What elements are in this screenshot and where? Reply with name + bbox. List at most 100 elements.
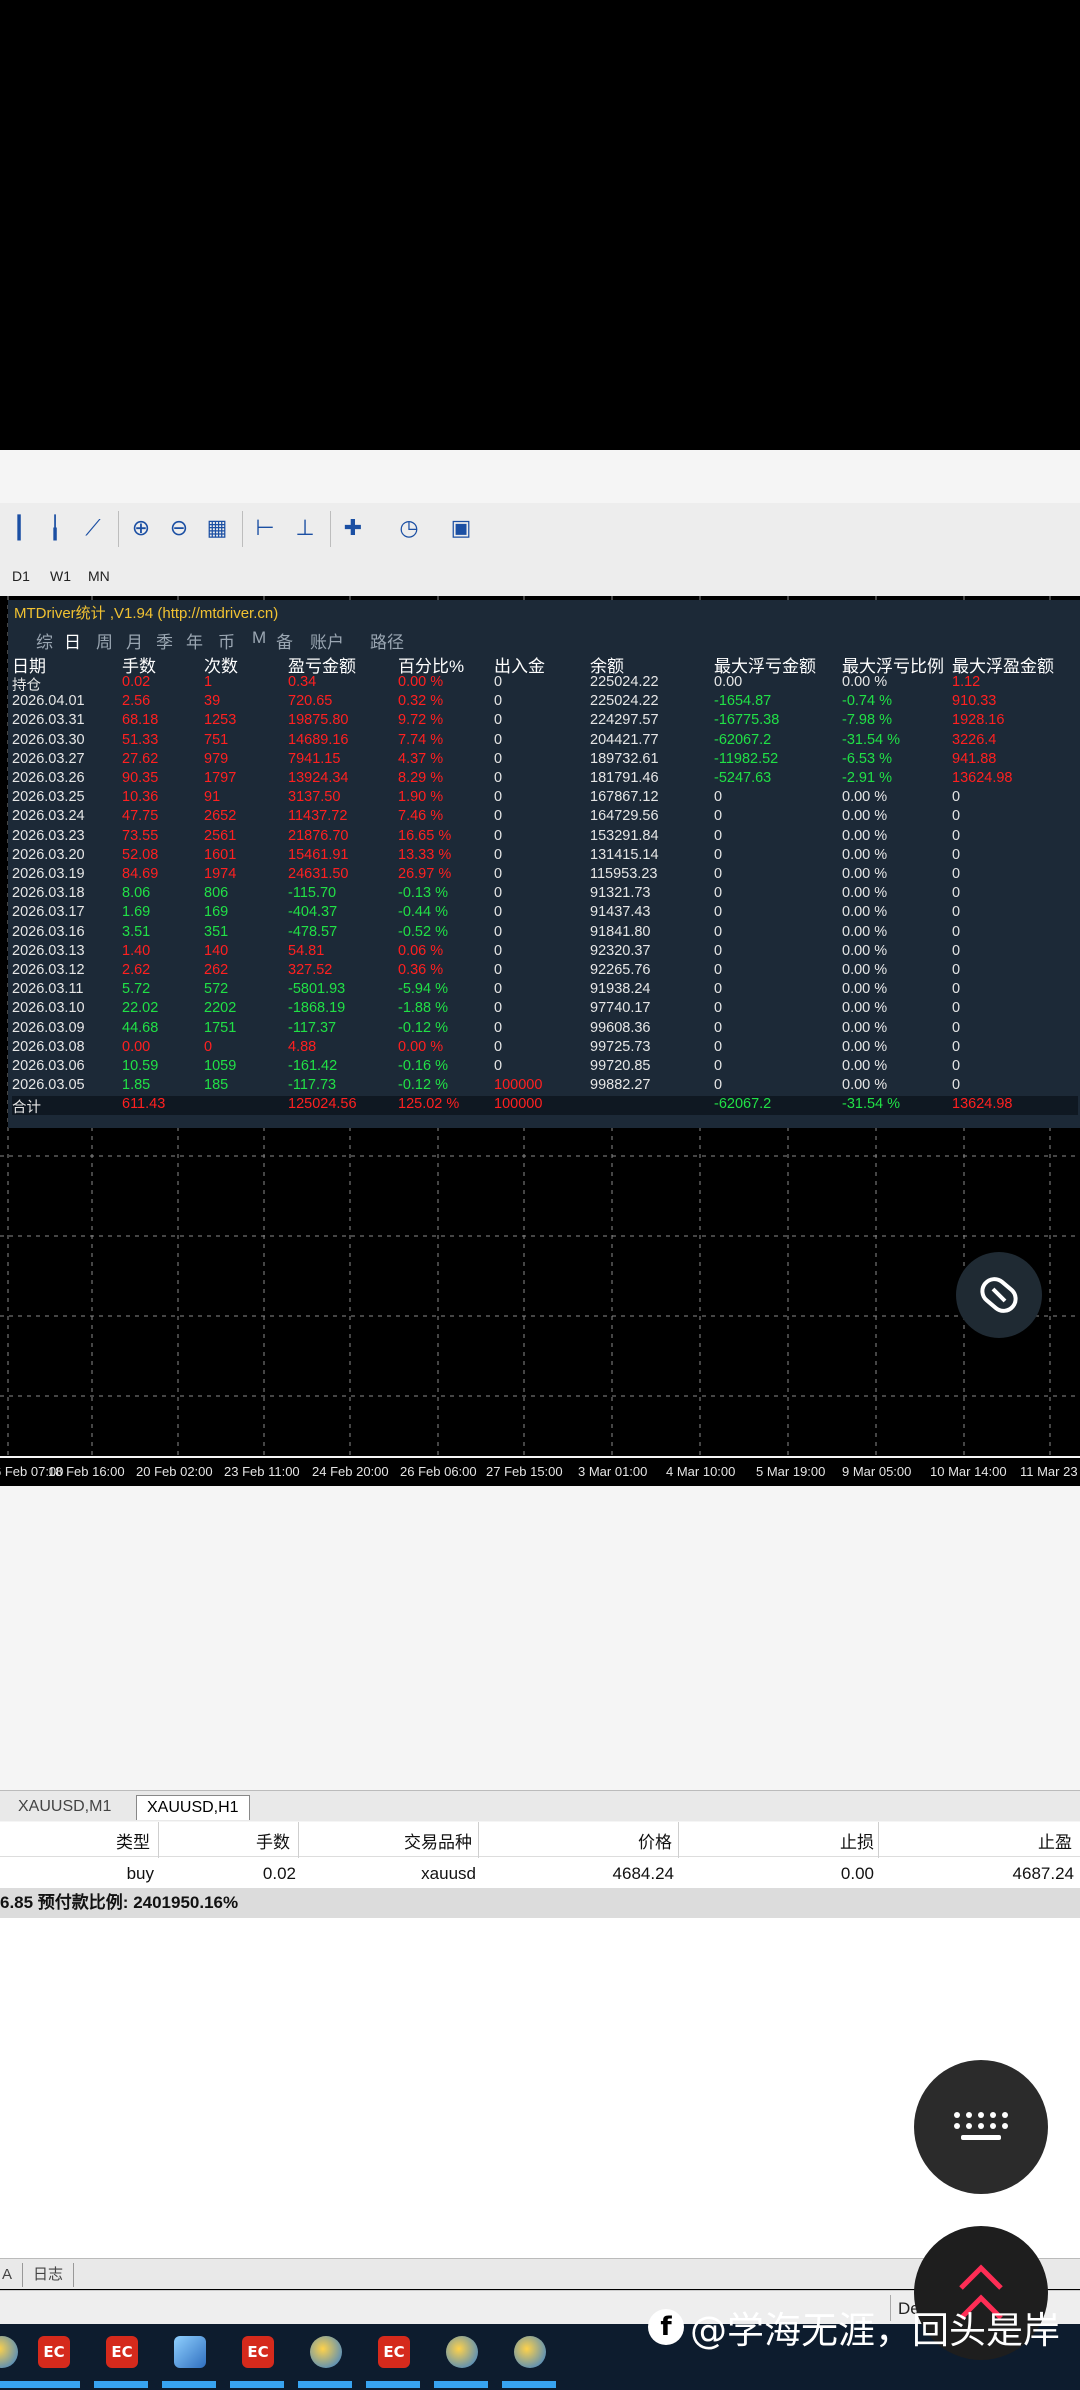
price-chart[interactable]: MTDriver统计 ,V1.94 (http://mtdriver.cn) 综…: [0, 596, 1080, 1764]
table-row[interactable]: 2026.03.12 2.62 262 327.52 0.36 % 0 92265.76 0 0…: [12, 962, 1078, 981]
table-row[interactable]: 2026.03.20 52.08 1601 15461.91 13.33 % 0 13141…: [12, 847, 1078, 866]
trade-takeprofit: 4687.24: [1012, 1864, 1074, 1883]
taskbar-item[interactable]: [434, 2332, 488, 2388]
stats-cell-mfp: 0: [952, 789, 961, 806]
tab-journal[interactable]: 日志: [22, 2263, 75, 2287]
keyboard-button[interactable]: [914, 2060, 1048, 2194]
stats-cell-io: 0: [494, 750, 503, 767]
stats-cell-mflp: -31.54 %: [842, 731, 901, 748]
tab-xauusd-m1[interactable]: XAUUSD,M1: [8, 1795, 121, 1819]
panel-tab[interactable]: 周: [96, 628, 113, 653]
stats-cell-pnl: -5801.93: [288, 981, 346, 998]
tab-a[interactable]: A: [0, 2263, 22, 2287]
stats-cell-lots: 10.36: [122, 789, 159, 806]
stats-cell-count: 751: [204, 731, 229, 748]
link-icon[interactable]: [956, 1252, 1042, 1338]
panel-tab[interactable]: 账户: [310, 628, 344, 653]
taskbar-item[interactable]: [298, 2332, 352, 2388]
taskbar-item[interactable]: EC: [94, 2332, 148, 2388]
table-row[interactable]: 2026.03.27 27.62 979 7941.15 4.37 % 0 189732.6…: [12, 751, 1078, 770]
stats-cell-mflp: 0.00 %: [842, 1058, 888, 1074]
taskbar-item[interactable]: [502, 2332, 556, 2388]
table-row[interactable]: 2026.03.10 22.02 2202 -1868.19 -1.88 % 0 97740…: [12, 1000, 1078, 1019]
table-row[interactable]: 2026.03.05 1.85 185 -117.73 -0.12 % 100000 998…: [12, 1077, 1078, 1096]
table-row[interactable]: 2026.03.09 44.68 1751 -117.37 -0.12 % 0 99608.…: [12, 1020, 1078, 1039]
table-row[interactable]: 2026.03.31 68.18 1253 19875.80 9.72 % 0 224297…: [12, 712, 1078, 731]
panel-tab[interactable]: 综: [36, 628, 53, 653]
table-row[interactable]: buy 0.02 xauusd 4684.24 0.00 4687.24: [0, 1858, 1080, 1888]
stats-cell-bal: 99882.27: [590, 1077, 651, 1094]
ec-app-icon: EC: [378, 2336, 410, 2368]
taskbar-item[interactable]: [162, 2332, 216, 2388]
stats-cell-date: 2026.03.16: [12, 923, 85, 940]
panel-tab[interactable]: 币: [218, 628, 235, 653]
stats-cell-date: 2026.03.12: [12, 962, 85, 978]
stats-cell-io: 0: [494, 846, 503, 863]
candlestick-icon[interactable]: ╽: [40, 513, 70, 543]
table-row[interactable]: 2026.03.19 84.69 1974 24631.50 26.97 % 0 11595…: [12, 866, 1078, 885]
stats-cell-pnl: -115.70: [288, 885, 337, 902]
stats-cell-mflp: 0.00 %: [842, 885, 888, 902]
table-row[interactable]: 2026.03.06 10.59 1059 -161.42 -0.16 % 0 99720.…: [12, 1058, 1078, 1077]
table-header: 日期 手数 次数 盈亏金额 百分比% 出入金 余额 最大浮亏金额 最大浮亏比例 最大浮盈金额: [12, 652, 1078, 676]
taskbar-item[interactable]: EC: [230, 2332, 284, 2388]
periods-clock-icon[interactable]: ◷: [394, 513, 424, 543]
table-row[interactable]: 2026.03.30 51.33 751 14689.16 7.74 % 0 204421.…: [12, 732, 1078, 751]
stats-cell-pnl: 24631.50: [288, 866, 349, 882]
panel-tab[interactable]: 日: [64, 628, 81, 653]
tab-xauusd-h1[interactable]: XAUUSD,H1: [136, 1795, 250, 1820]
taskbar-item[interactable]: EC: [366, 2332, 420, 2388]
chart-shift-icon[interactable]: ⊢: [250, 513, 280, 543]
panel-tab[interactable]: 季: [156, 628, 173, 653]
table-row[interactable]: 2026.04.01 2.56 39 720.65 0.32 % 0 225024.22 -1…: [12, 693, 1078, 712]
stats-cell-io: 0: [494, 923, 503, 940]
taskbar-item[interactable]: EC: [26, 2332, 80, 2388]
line-chart-icon[interactable]: ⟋: [78, 513, 108, 543]
stats-cell-pnl: 7941.15: [288, 750, 341, 767]
col-price: 价格: [638, 1833, 672, 1852]
table-row[interactable]: 2026.03.17 1.69 169 -404.37 -0.44 % 0 91437.43…: [12, 904, 1078, 923]
templates-icon[interactable]: ▣: [446, 513, 476, 543]
period-mn[interactable]: MN: [88, 568, 110, 584]
stats-cell-date: 2026.03.31: [12, 712, 85, 729]
table-row[interactable]: 2026.03.08 0.00 0 4.88 0.00 % 0 99725.73 0 0.00 …: [12, 1039, 1078, 1058]
stats-cell-date: 2026.03.13: [12, 942, 85, 959]
panel-tab[interactable]: 备: [276, 628, 293, 653]
tile-windows-icon[interactable]: ▦: [202, 513, 232, 543]
table-row[interactable]: 2026.03.24 47.75 2652 11437.72 7.46 % 0 164729…: [12, 808, 1078, 827]
chart-canvas[interactable]: MTDriver统计 ,V1.94 (http://mtdriver.cn) 综…: [0, 596, 1080, 1456]
stats-cell-io: 0: [494, 789, 503, 806]
taskbar-item[interactable]: [0, 2332, 28, 2388]
autoscroll-icon[interactable]: ⊥: [290, 513, 320, 543]
table-row[interactable]: 2026.03.18 8.06 806 -115.70 -0.13 % 0 91321.73…: [12, 885, 1078, 904]
stats-cell-count: 169: [204, 904, 229, 921]
panel-tab[interactable]: 月: [126, 628, 143, 653]
table-row[interactable]: 2026.03.11 5.72 572 -5801.93 -5.94 % 0 91938.2…: [12, 981, 1078, 1000]
table-row[interactable]: 2026.03.23 73.55 2561 21876.70 16.65 % 0 15329…: [12, 828, 1078, 847]
table-row[interactable]: 持仓 0.02 1 0.34 0.00 % 0 225024.22 0.00 0.00 % 1.1…: [12, 674, 1078, 694]
table-row[interactable]: 2026.03.16 3.51 351 -478.57 -0.52 % 0 91841.80…: [12, 924, 1078, 943]
stats-cell-io: 0: [494, 1000, 503, 1017]
bar-chart-icon[interactable]: ┃: [4, 513, 34, 543]
period-w1[interactable]: W1: [50, 568, 71, 584]
stats-cell-date: 2026.03.10: [12, 1000, 85, 1017]
stats-cell-mfl: 0: [714, 808, 723, 825]
zoom-out-icon[interactable]: ⊖: [164, 513, 194, 543]
time-tick-label: 9 Mar 05:00: [842, 1464, 912, 1479]
table-row[interactable]: 2026.03.26 90.35 1797 13924.34 8.29 % 0 181791…: [12, 770, 1078, 789]
ec-app-icon: EC: [242, 2336, 274, 2368]
table-row[interactable]: 2026.03.13 1.40 140 54.81 0.06 % 0 92320.37 0 0.…: [12, 943, 1078, 962]
panel-tab[interactable]: 路径: [370, 628, 404, 653]
panel-tab[interactable]: M: [252, 628, 266, 648]
zoom-in-icon[interactable]: ⊕: [126, 513, 156, 543]
total-cell-pct: 125.02 %: [398, 1096, 460, 1113]
stats-cell-pct: -0.12 %: [398, 1019, 448, 1036]
time-tick-label: 20 Feb 02:00: [136, 1464, 213, 1479]
table-row[interactable]: 2026.03.25 10.36 91 3137.50 1.90 % 0 167867.12…: [12, 789, 1078, 808]
time-tick-label: 10 Mar 14:00: [930, 1464, 1007, 1479]
stats-cell-lots: 8.06: [122, 885, 151, 902]
panel-tab[interactable]: 年: [186, 628, 203, 653]
indicators-icon[interactable]: ✚: [338, 513, 368, 543]
period-d1[interactable]: D1: [12, 568, 30, 584]
stats-cell-lots: 22.02: [122, 1000, 159, 1017]
